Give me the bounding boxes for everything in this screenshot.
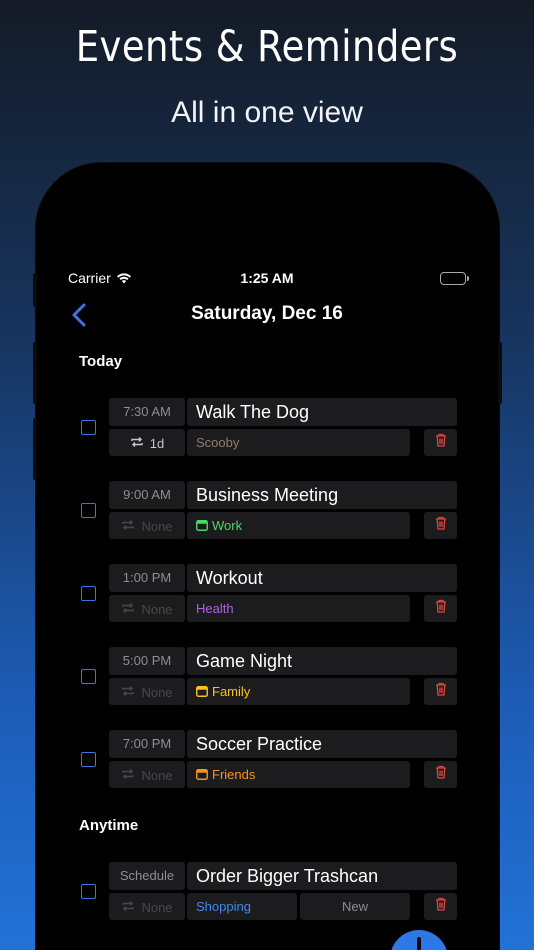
phone-side-button [498,342,502,404]
repeat-label: None [141,519,173,535]
delete-button[interactable] [424,893,457,920]
delete-button[interactable] [424,429,457,456]
phone-side-button [33,273,37,307]
event-title[interactable]: Soccer Practice [187,730,457,758]
section-anytime: Anytime [79,817,139,834]
reminder-category[interactable]: Shopping [187,893,297,920]
event-time[interactable]: 7:30 AM [109,398,185,426]
status-bar: Carrier 1:25 AM [68,270,469,288]
event-category[interactable]: Health [187,595,410,622]
trash-icon [435,516,447,535]
event-title[interactable]: Game Night [187,647,457,675]
headline: Events & Reminders [75,22,459,72]
event-title[interactable]: Walk The Dog [187,398,457,426]
repeat-icon [130,430,144,457]
event-time[interactable]: 7:00 PM [109,730,185,758]
category-label: Family [212,684,251,699]
calendar-icon [196,762,208,789]
repeat-label: None [141,768,173,784]
event-title[interactable]: Workout [187,564,457,592]
event-checkbox[interactable] [81,752,96,767]
event-repeat[interactable]: None [109,512,185,539]
repeat-icon [121,679,135,706]
calendar-icon [196,679,208,706]
trash-icon [435,682,447,701]
trash-icon [435,765,447,784]
category-label: Friends [212,767,256,782]
repeat-label: None [141,900,173,916]
event-time[interactable]: 5:00 PM [109,647,185,675]
delete-button[interactable] [424,512,457,539]
repeat-icon [121,596,135,623]
delete-button[interactable] [424,678,457,705]
event-category[interactable]: Family [187,678,410,705]
section-today: Today [79,353,123,370]
category-label: Health [196,601,234,616]
event-category[interactable]: Scooby [187,429,410,456]
page-title: Saturday, Dec 16 [191,303,343,324]
category-label: Work [212,518,243,533]
event-time[interactable]: 9:00 AM [109,481,185,509]
event-checkbox[interactable] [81,420,96,435]
delete-button[interactable] [424,761,457,788]
reminder-checkbox[interactable] [81,884,96,899]
event-time[interactable]: 1:00 PM [109,564,185,592]
schedule-button[interactable]: Schedule [109,862,185,890]
new-field[interactable]: New [300,893,410,920]
event-repeat[interactable]: None [109,595,185,622]
event-repeat[interactable]: None [109,678,185,705]
trash-icon [435,897,447,916]
repeat-label: 1d [149,436,165,452]
reminder-repeat[interactable]: None [109,893,185,920]
phone-side-button [33,342,37,404]
repeat-icon [121,894,135,921]
event-checkbox[interactable] [81,669,96,684]
event-title[interactable]: Business Meeting [187,481,457,509]
event-checkbox[interactable] [81,586,96,601]
plus-icon [417,937,421,950]
event-category[interactable]: Friends [187,761,410,788]
repeat-icon [121,513,135,540]
delete-button[interactable] [424,595,457,622]
event-category[interactable]: Work [187,512,410,539]
category-label: Scooby [196,435,240,450]
nav-bar: Saturday, Dec 16 [60,300,474,330]
event-repeat[interactable]: 1d [109,429,185,456]
repeat-label: None [141,602,173,618]
repeat-icon [121,762,135,789]
battery-icon [440,272,469,285]
reminder-title[interactable]: Order Bigger Trashcan [187,862,457,890]
category-label: Shopping [196,899,251,914]
calendar-icon [196,513,208,540]
trash-icon [435,433,447,452]
event-repeat[interactable]: None [109,761,185,788]
trash-icon [435,599,447,618]
phone-side-button [33,418,37,480]
repeat-label: None [141,685,173,701]
status-time: 1:25 AM [240,270,294,286]
event-checkbox[interactable] [81,503,96,518]
subline: All in one view [171,96,363,129]
